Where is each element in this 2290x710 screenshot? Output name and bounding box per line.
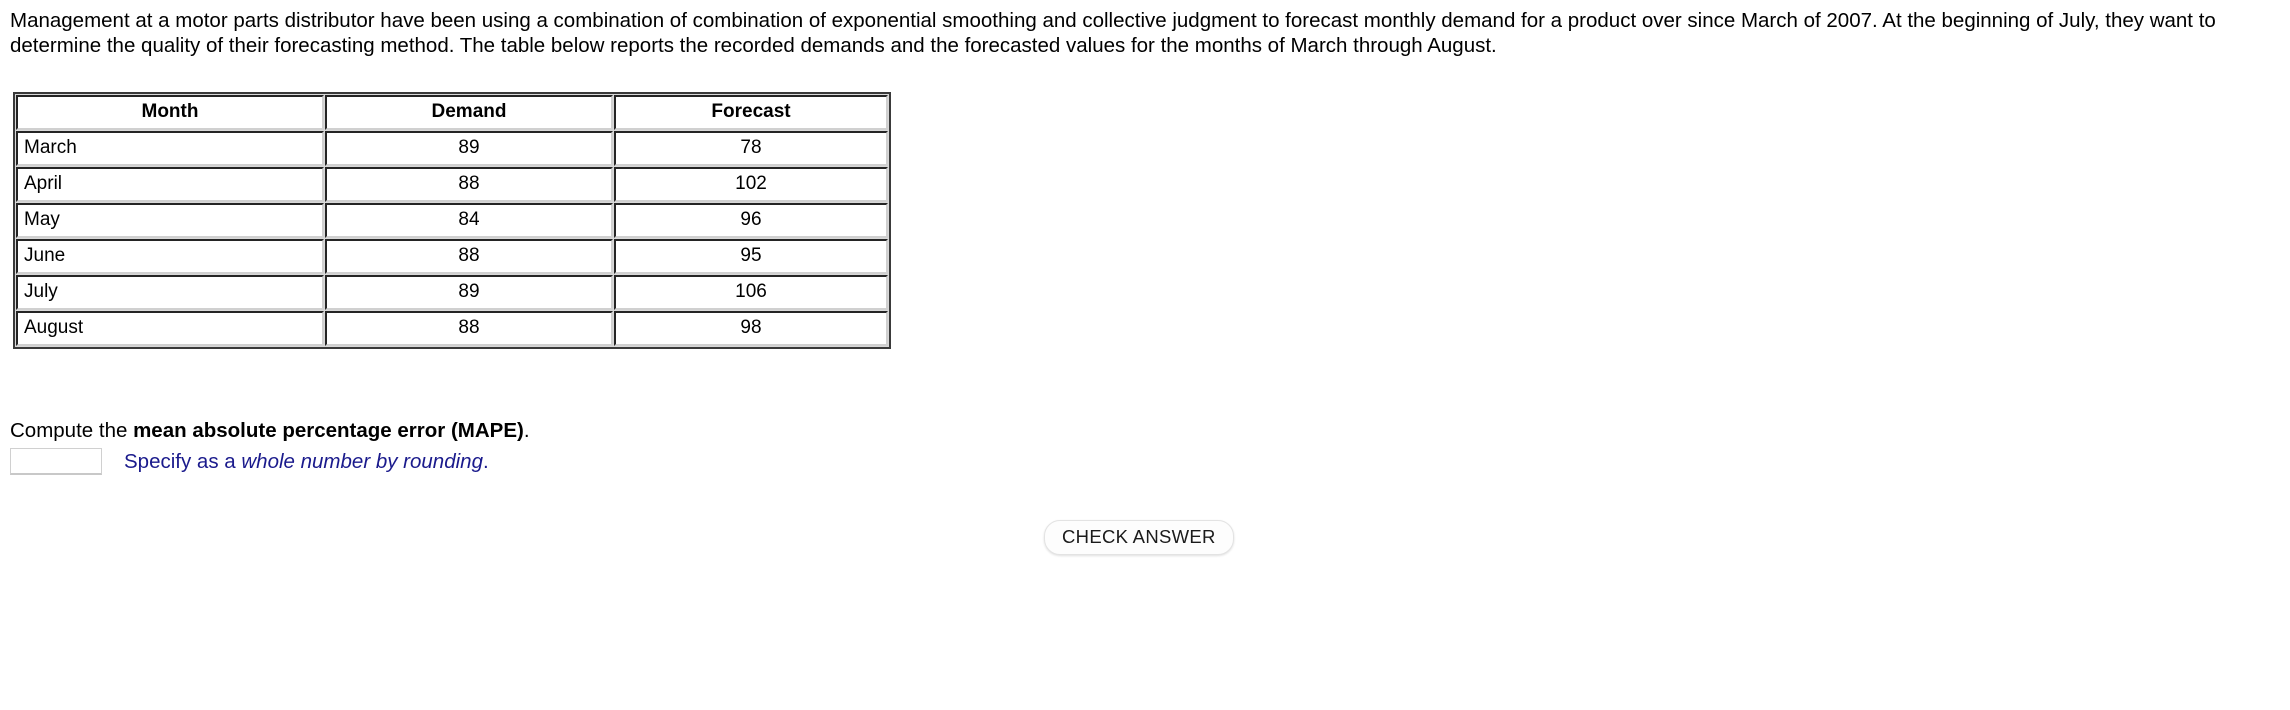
table-header-row: Month Demand Forecast [16,95,888,130]
column-header-demand: Demand [325,95,613,130]
cell-month: March [16,131,324,166]
answer-hint-suffix: . [482,449,489,473]
answer-hint-emphasis: whole number by rounding [241,449,483,473]
compute-instruction-suffix: . [523,419,530,442]
column-header-forecast: Forecast [614,95,888,130]
check-answer-container: CHECK ANSWER [1044,520,1234,556]
answer-hint-prefix: Specify as a [124,449,242,473]
answer-row: Specify as a whole number by rounding. [10,448,489,475]
cell-demand: 88 [325,239,613,274]
cell-demand: 89 [325,131,613,166]
cell-forecast: 78 [614,131,888,166]
cell-forecast: 102 [614,167,888,202]
table-row: July 89 106 [16,275,888,310]
cell-demand: 84 [325,203,613,238]
column-header-month: Month [16,95,324,130]
table-header: Month Demand Forecast [16,95,888,130]
compute-instruction-term: mean absolute percentage error (MAPE) [133,419,524,442]
table-row: May 84 96 [16,203,888,238]
answer-input[interactable] [10,448,102,475]
compute-instruction-prefix: Compute the [10,419,134,442]
table-row: August 88 98 [16,311,888,346]
compute-instruction: Compute the mean absolute percentage err… [10,418,530,443]
demand-forecast-table: Month Demand Forecast March 89 78 April … [13,92,891,349]
demand-forecast-table-container: Month Demand Forecast March 89 78 April … [13,92,891,349]
cell-demand: 88 [325,311,613,346]
cell-forecast: 106 [614,275,888,310]
table-body: March 89 78 April 88 102 May 84 96 June … [16,131,888,346]
cell-forecast: 98 [614,311,888,346]
cell-month: April [16,167,324,202]
table-row: April 88 102 [16,167,888,202]
cell-month: August [16,311,324,346]
cell-demand: 88 [325,167,613,202]
table-row: June 88 95 [16,239,888,274]
problem-statement: Management at a motor parts distributor … [10,9,2216,57]
cell-forecast: 95 [614,239,888,274]
cell-month: June [16,239,324,274]
table-row: March 89 78 [16,131,888,166]
cell-month: May [16,203,324,238]
check-answer-button[interactable]: CHECK ANSWER [1044,520,1234,556]
cell-forecast: 96 [614,203,888,238]
cell-demand: 89 [325,275,613,310]
answer-hint: Specify as a whole number by rounding. [124,450,489,474]
cell-month: July [16,275,324,310]
